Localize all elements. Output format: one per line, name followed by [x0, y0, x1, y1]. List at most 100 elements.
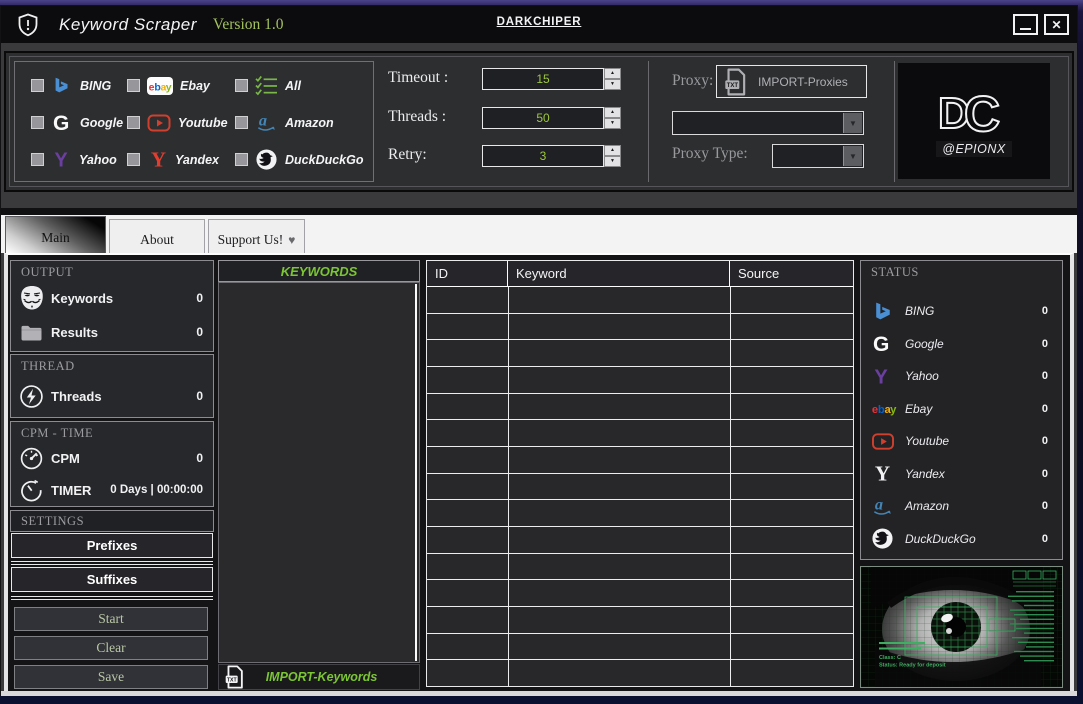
divider	[11, 596, 213, 600]
status-value: 0	[1042, 533, 1054, 545]
column-header-keyword[interactable]: Keyword	[508, 261, 730, 286]
amazon-icon	[255, 111, 278, 134]
suffixes-button[interactable]: Suffixes	[11, 567, 213, 592]
engine-checkbox-all[interactable]	[235, 79, 248, 92]
proxy-type-label: Proxy Type:	[672, 145, 748, 163]
engine-youtube: Youtube	[127, 112, 235, 134]
import-keywords-button[interactable]: IMPORT-Keywords	[218, 664, 420, 690]
status-value: 0	[1042, 468, 1054, 480]
settings-group: SETTINGS	[10, 510, 214, 532]
threads-count-row: Threads 0	[19, 381, 207, 411]
engine-checkbox-bing[interactable]	[31, 79, 44, 92]
table-row	[427, 500, 853, 527]
stepper-up-icon[interactable]: ▲	[604, 107, 621, 118]
column-header-id[interactable]: ID	[427, 261, 508, 286]
prefixes-button[interactable]: Prefixes	[11, 533, 213, 558]
table-row	[427, 340, 853, 367]
engine-google: Google	[31, 112, 127, 134]
engine-checkbox-yandex[interactable]	[127, 153, 140, 166]
import-proxies-label: IMPORT-Proxies	[758, 75, 848, 89]
table-row	[427, 580, 853, 607]
status-label: Youtube	[905, 434, 949, 448]
engine-yahoo: Yahoo	[31, 149, 127, 170]
engine-checkbox-youtube[interactable]	[127, 116, 140, 129]
engine-all: All	[235, 75, 381, 96]
stepper-down-icon[interactable]: ▼	[604, 118, 621, 129]
status-row-yandex: Yandex 0	[871, 458, 1054, 491]
column-separator	[508, 287, 509, 686]
engine-checkbox-yahoo[interactable]	[31, 153, 44, 166]
chevron-down-icon[interactable]: ▼	[843, 146, 862, 166]
brand-logo-box: @EPIONX	[898, 63, 1050, 179]
minimize-button[interactable]	[1013, 14, 1038, 35]
status-label: Yandex	[905, 467, 945, 481]
proxy-list-select[interactable]: ▼	[672, 111, 864, 135]
cpm-time-group-title: CPM - TIME	[21, 426, 93, 441]
results-count-value: 0	[196, 325, 207, 339]
stepper-up-icon[interactable]: ▲	[604, 145, 621, 156]
stepper-up-icon[interactable]: ▲	[604, 68, 621, 79]
keywords-panel-header: KEYWORDS	[218, 260, 420, 282]
table-row	[427, 660, 853, 686]
dc-logo-icon	[936, 85, 1012, 139]
status-row-google: Google 0	[871, 328, 1054, 361]
clear-button[interactable]: Clear	[14, 636, 208, 660]
status-row-duckduckgo: DuckDuckGo 0	[871, 523, 1054, 556]
amazon-icon	[871, 495, 905, 518]
timeout-input[interactable]	[482, 68, 604, 90]
keywords-panel-title: KEYWORDS	[281, 264, 358, 279]
duckduckgo-icon	[871, 527, 905, 550]
chevron-down-icon[interactable]: ▼	[843, 113, 862, 133]
status-label: Yahoo	[905, 369, 939, 383]
keywords-count-row: Keywords 0	[19, 283, 207, 313]
results-count-label: Results	[51, 325, 98, 340]
threads-input[interactable]	[482, 107, 604, 129]
keywords-scrollbar[interactable]	[415, 284, 417, 661]
heart-icon: ♥	[288, 233, 295, 248]
engine-checkbox-duckduckgo[interactable]	[235, 153, 248, 166]
stepper-down-icon[interactable]: ▼	[604, 79, 621, 90]
ebay-icon	[871, 401, 905, 416]
stopwatch-icon	[19, 478, 51, 503]
tab-label: About	[140, 232, 174, 248]
threads-count-label: Threads	[51, 389, 102, 404]
engine-checkbox-ebay[interactable]	[127, 79, 140, 92]
status-value: 0	[1042, 338, 1054, 350]
engine-label: DuckDuckGo	[285, 153, 364, 167]
engine-label: Amazon	[285, 116, 334, 130]
column-header-source[interactable]: Source	[730, 261, 853, 286]
stepper-down-icon[interactable]: ▼	[604, 156, 621, 167]
engine-yandex: Yandex	[127, 148, 235, 171]
proxy-label: Proxy:	[672, 72, 713, 90]
status-value: 0	[1042, 403, 1054, 415]
status-label: Ebay	[905, 402, 932, 416]
engine-checkbox-google[interactable]	[31, 116, 44, 129]
table-row	[427, 420, 853, 447]
status-group-title: STATUS	[871, 265, 919, 280]
youtube-icon	[871, 431, 905, 452]
proxy-type-select[interactable]: ▼	[772, 144, 864, 168]
yandex-icon	[871, 462, 905, 485]
cpm-time-group: CPM - TIME CPM 0 TIMER 0 Days | 00:00:00	[10, 421, 214, 507]
status-label: DuckDuckGo	[905, 532, 976, 546]
status-row-amazon: Amazon 0	[871, 490, 1054, 523]
import-proxies-button[interactable]: IMPORT-Proxies	[716, 65, 867, 98]
yahoo-icon	[871, 366, 905, 387]
title-bar: Keyword Scraper Version 1.0 DARKCHIPER ✕	[1, 6, 1077, 43]
banner-text: DARKCHIPER	[479, 16, 599, 28]
start-button[interactable]: Start	[14, 607, 208, 631]
cpm-value: 0	[196, 451, 207, 465]
threads-stepper: ▲▼	[604, 107, 621, 129]
app-version: Version 1.0	[213, 16, 284, 34]
eye-overlay-class: Class: C	[879, 655, 901, 661]
timeout-label: Timeout :	[388, 69, 448, 87]
close-button[interactable]: ✕	[1044, 14, 1069, 35]
retry-input[interactable]	[482, 145, 604, 167]
save-button[interactable]: Save	[14, 665, 208, 689]
status-value: 0	[1042, 305, 1054, 317]
results-table-body	[427, 287, 853, 686]
engine-checkbox-amazon[interactable]	[235, 116, 248, 129]
timer-label: TIMER	[51, 483, 91, 498]
keywords-listbox[interactable]	[218, 282, 420, 663]
status-group: STATUS BING 0 Google 0 Yahoo 0	[860, 260, 1063, 560]
